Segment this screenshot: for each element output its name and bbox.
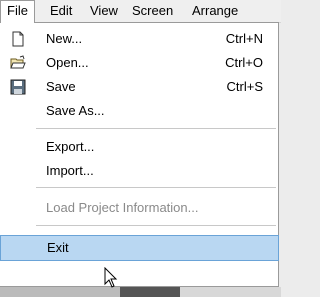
menu-item-open[interactable]: Open... Ctrl+O	[0, 52, 279, 74]
menu-item-load-project-information-label: Load Project Information...	[46, 200, 199, 215]
menu-edit-label: Edit	[50, 3, 73, 18]
menu-separator	[36, 187, 276, 188]
menu-item-save-shortcut: Ctrl+S	[226, 79, 263, 94]
menu-item-import[interactable]: Import...	[0, 160, 279, 182]
menu-item-new-label: New...	[46, 31, 83, 46]
menu-file[interactable]: File	[0, 0, 35, 23]
menu-item-export-label: Export...	[46, 139, 95, 154]
menu-view[interactable]: View	[84, 0, 124, 22]
menu-arrange-label: Arrange	[192, 3, 239, 18]
menu-view-label: View	[90, 3, 118, 18]
menu-arrange[interactable]: Arrange	[186, 0, 244, 22]
menu-file-label: File	[7, 3, 28, 18]
menu-item-export[interactable]: Export...	[0, 136, 279, 158]
menu-item-save-as[interactable]: Save As...	[0, 100, 279, 122]
menu-item-new[interactable]: New... Ctrl+N	[0, 28, 279, 50]
menu-item-import-label: Import...	[46, 163, 94, 178]
menu-screen[interactable]: Screen	[126, 0, 179, 22]
menu-item-open-shortcut: Ctrl+O	[225, 55, 263, 70]
mouse-pointer-icon	[104, 266, 120, 289]
background-panel-dark	[120, 287, 180, 297]
menu-item-new-shortcut: Ctrl+N	[225, 31, 263, 46]
menu-edit[interactable]: Edit	[44, 0, 78, 22]
menu-bar: File Edit View Screen Arrange	[0, 0, 281, 23]
menu-screen-label: Screen	[132, 3, 174, 18]
save-icon	[10, 79, 26, 95]
menu-separator	[36, 225, 276, 226]
background-window-strip	[0, 287, 281, 297]
menu-item-exit[interactable]: Exit	[0, 235, 279, 261]
open-folder-icon	[10, 55, 26, 71]
menu-item-save[interactable]: Save Ctrl+S	[0, 76, 279, 98]
new-file-icon	[10, 31, 26, 47]
background-panel	[0, 287, 120, 297]
menu-separator	[36, 128, 276, 129]
menu-item-save-label: Save	[46, 79, 76, 94]
menu-item-save-as-label: Save As...	[46, 103, 105, 118]
menu-item-open-label: Open...	[46, 55, 89, 70]
menu-item-exit-label: Exit	[47, 240, 69, 255]
menu-item-load-project-information: Load Project Information...	[0, 197, 279, 219]
file-dropdown-menu: New... Ctrl+N Open... Ctrl+O Save Ctrl+S…	[0, 22, 279, 287]
